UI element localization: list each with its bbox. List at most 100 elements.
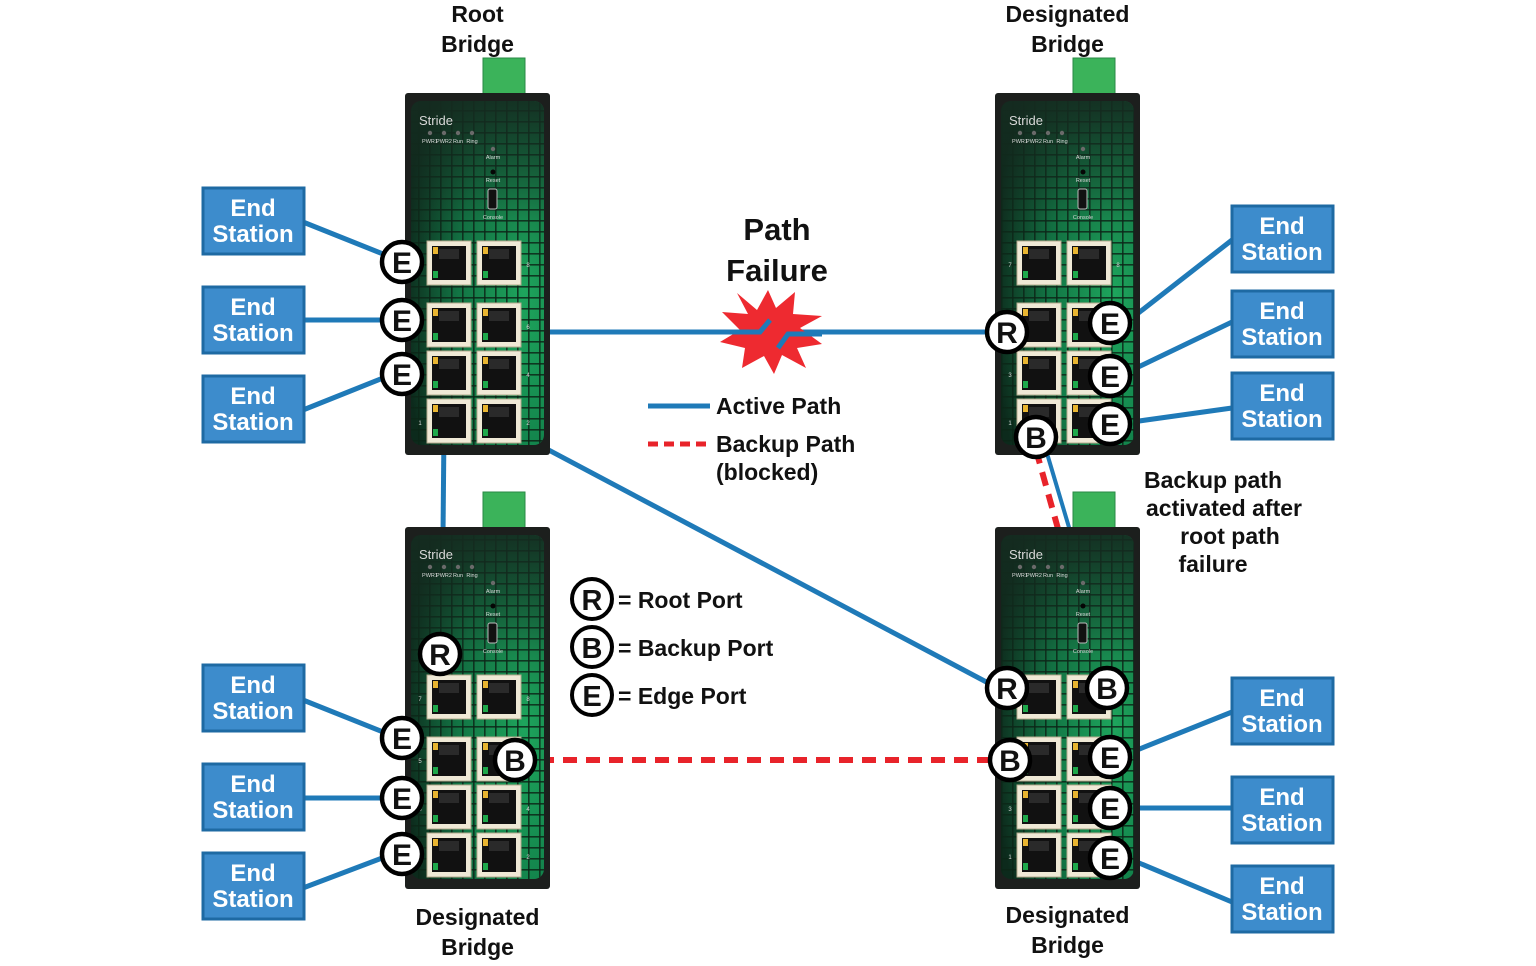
- annotation-line1: Backup path: [1144, 467, 1282, 493]
- port-badge-edge: E: [379, 297, 425, 343]
- power-terminal-icon: [482, 491, 526, 529]
- reset-label: Reset: [486, 178, 501, 184]
- port-legend: R = Root Port B = Backup Port E = Edge Port: [570, 577, 774, 717]
- link-es-tr-2: [1130, 319, 1234, 373]
- ethernet-port-5: [426, 736, 472, 782]
- port-badge-edge: E: [1087, 835, 1133, 881]
- console-port-icon: [1077, 188, 1088, 210]
- badge-letter: E: [1100, 843, 1120, 876]
- port-badge-edge: E: [379, 775, 425, 821]
- ethernet-port-4: [476, 784, 522, 830]
- led-label: Run: [453, 139, 463, 145]
- end-station-label-line2: Station: [212, 797, 293, 824]
- power-terminal-icon: [482, 57, 526, 95]
- led-label: PWR2: [1026, 573, 1042, 579]
- ethernet-port-2: [476, 398, 522, 444]
- end-station: EndStation: [1230, 864, 1335, 934]
- port-badge-root: R: [417, 631, 463, 677]
- port-badge-root: R: [984, 665, 1030, 711]
- ethernet-port-3: [426, 784, 472, 830]
- switch-title-line1: Designated: [1006, 902, 1130, 928]
- end-station-label-line2: Station: [212, 886, 293, 913]
- ethernet-port-1: [1016, 832, 1062, 878]
- port-badge-root: R: [984, 309, 1030, 355]
- led-label: Run: [1043, 139, 1053, 145]
- status-led-icon: [1059, 130, 1065, 136]
- end-station-label-line1: End: [230, 672, 275, 699]
- end-station: EndStation: [201, 851, 306, 921]
- path-failure: Path Failure: [720, 212, 828, 374]
- end-station: EndStation: [201, 762, 306, 832]
- status-led-icon: [1017, 564, 1023, 570]
- alarm-led-icon: [490, 580, 496, 586]
- ethernet-port-4: [476, 350, 522, 396]
- status-led-icon: [441, 564, 447, 570]
- badge-letter: E: [392, 723, 412, 756]
- end-station-label-line2: Station: [1241, 810, 1322, 837]
- end-station-label-line1: End: [230, 195, 275, 222]
- stp-diagram: RootBridgeStridePWR1PWR2 Run RingAlarmRese…: [201, 1, 1335, 960]
- port-badge-edge: E: [1087, 353, 1133, 399]
- legend-badge-letter: B: [582, 633, 603, 665]
- annotation-line2: activated after: [1146, 495, 1302, 521]
- badge-letter: E: [392, 305, 412, 338]
- brand-logo: Stride: [1009, 547, 1043, 562]
- port-badge-edge: E: [1087, 785, 1133, 831]
- port-badge-edge: E: [1087, 401, 1133, 447]
- end-station-label-line1: End: [1259, 380, 1304, 407]
- ethernet-port-3: [426, 350, 472, 396]
- ethernet-port-7: [426, 240, 472, 286]
- badge-letter: E: [1100, 793, 1120, 826]
- reset-button: [1080, 603, 1086, 609]
- badge-letter: E: [392, 783, 412, 816]
- status-led-icon: [1045, 130, 1051, 136]
- console-label: Console: [483, 215, 503, 221]
- reset-button: [490, 603, 496, 609]
- end-station: EndStation: [201, 663, 306, 733]
- end-station-label-line1: End: [230, 771, 275, 798]
- badge-letter: E: [1100, 308, 1120, 341]
- ethernet-port-1: [426, 832, 472, 878]
- port-legend-item: B = Backup Port: [570, 625, 774, 669]
- reset-label: Reset: [486, 612, 501, 618]
- status-led-icon: [1031, 130, 1037, 136]
- link-es-tr-3: [1131, 405, 1233, 425]
- port-badge-backup: B: [492, 737, 538, 783]
- badge-letter: R: [996, 673, 1018, 706]
- annotation-line4: failure: [1178, 551, 1247, 577]
- badge-letter: B: [1025, 422, 1047, 455]
- led-label: PWR2: [436, 139, 452, 145]
- alarm-led-icon: [1080, 580, 1086, 586]
- failure-label-line1: Path: [743, 212, 810, 247]
- alarm-led-icon: [1080, 146, 1086, 152]
- end-station-label-line1: End: [1259, 873, 1304, 900]
- badge-letter: E: [392, 839, 412, 872]
- end-station-label-line2: Station: [1241, 324, 1322, 351]
- badge-letter: E: [1100, 409, 1120, 442]
- end-station-label-line2: Station: [212, 409, 293, 436]
- badge-letter: B: [504, 745, 526, 778]
- console-port-icon: [487, 622, 498, 644]
- ethernet-port-1: [426, 398, 472, 444]
- port-badge-edge: E: [379, 715, 425, 761]
- port-legend-item: E = Edge Port: [570, 673, 747, 717]
- path-legend: Active Path Backup Path (blocked): [648, 393, 855, 485]
- switch-bottom-right: DesignatedBridgeStridePWR1PWR2 Run RingAla…: [995, 491, 1140, 958]
- ethernet-port-5: [426, 302, 472, 348]
- legend-badge-letter: R: [582, 585, 603, 617]
- ethernet-port-8: [1066, 240, 1112, 286]
- ethernet-port-2: [476, 832, 522, 878]
- end-station-label-line2: Station: [1241, 239, 1322, 266]
- end-station: EndStation: [201, 186, 306, 256]
- status-led-icon: [427, 564, 433, 570]
- switch-title-line1: Designated: [1006, 1, 1130, 27]
- switch-title-line1: Designated: [416, 904, 540, 930]
- end-station-label-line2: Station: [1241, 899, 1322, 926]
- led-label: Run: [453, 573, 463, 579]
- status-led-icon: [441, 130, 447, 136]
- legend-backup-label-line2: (blocked): [716, 459, 818, 485]
- led-label: Ring: [466, 139, 477, 145]
- end-station-label-line2: Station: [212, 320, 293, 347]
- switch-root: RootBridgeStridePWR1PWR2 Run RingAlarmRese…: [405, 1, 550, 455]
- legend-badge-label: = Root Port: [618, 587, 743, 613]
